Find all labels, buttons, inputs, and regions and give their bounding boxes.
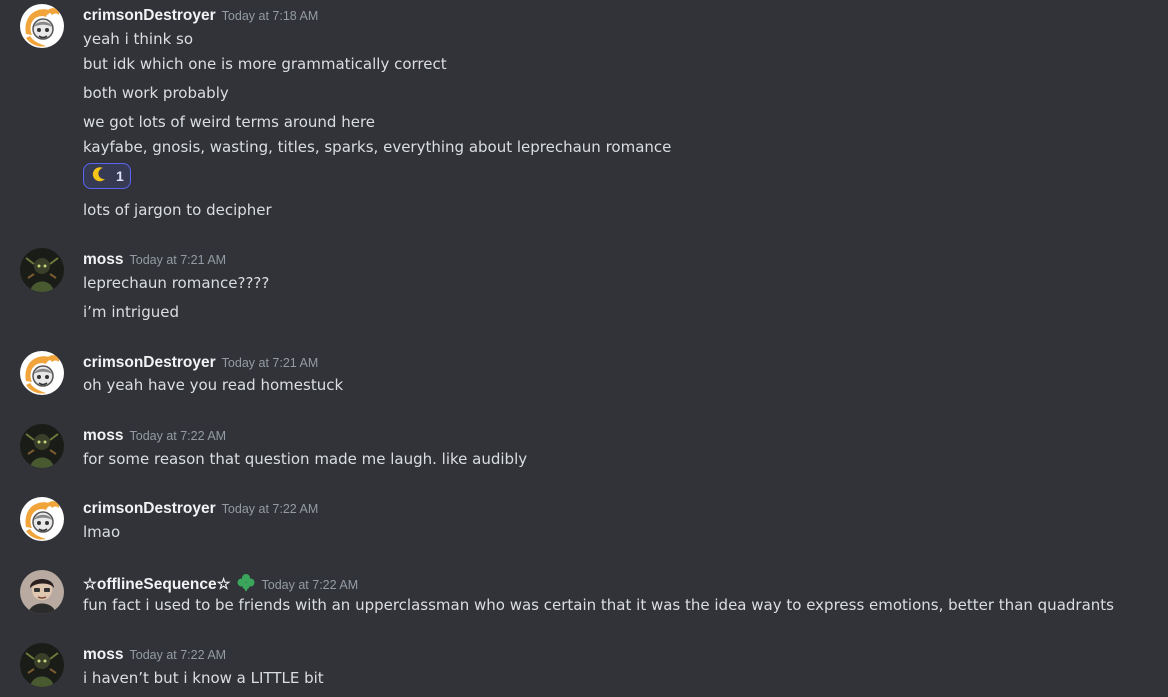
crimson-avatar-icon[interactable] (20, 4, 64, 48)
timestamp: Today at 7:22 AM (221, 502, 319, 516)
crescent-moon-icon (92, 166, 108, 186)
message-text: yeah i think so (83, 30, 194, 48)
message-header: crimsonDestroyer Today at 7:22 AM (83, 499, 318, 518)
timestamp: Today at 7:21 AM (129, 253, 227, 267)
timestamp: Today at 7:21 AM (221, 356, 319, 370)
reaction-count: 1 (116, 168, 124, 184)
message-header: ☆offlineSequence☆ Today at 7:22 AM (83, 572, 358, 596)
offline-avatar-icon[interactable] (20, 570, 64, 614)
clover-icon (236, 572, 256, 596)
message-text: oh yeah have you read homestuck (83, 376, 344, 394)
message-text: i’m intrigued (83, 303, 179, 321)
moss-avatar-icon[interactable] (20, 424, 64, 468)
username[interactable]: moss (83, 251, 124, 268)
message-text: fun fact i used to be friends with an up… (83, 596, 1114, 614)
crimson-avatar-icon[interactable] (20, 351, 64, 395)
message-header: moss Today at 7:22 AM (83, 426, 226, 445)
message-text: kayfabe, gnosis, wasting, titles, sparks… (83, 138, 672, 156)
message-header: crimsonDestroyer Today at 7:18 AM (83, 6, 318, 25)
message-header: moss Today at 7:22 AM (83, 645, 226, 664)
username[interactable]: moss (83, 646, 124, 663)
timestamp: Today at 7:22 AM (129, 648, 227, 662)
message-text: i haven’t but i know a LITTLE bit (83, 669, 324, 687)
username[interactable]: crimsonDestroyer (83, 354, 216, 371)
username[interactable]: crimsonDestroyer (83, 500, 216, 517)
message-header: crimsonDestroyer Today at 7:21 AM (83, 353, 318, 372)
message-text: leprechaun romance???? (83, 274, 270, 292)
timestamp: Today at 7:22 AM (129, 429, 227, 443)
timestamp: Today at 7:22 AM (261, 578, 359, 592)
message-text: lots of jargon to decipher (83, 201, 272, 219)
message-text: for some reason that question made me la… (83, 450, 528, 468)
message-text: but idk which one is more grammatically … (83, 55, 447, 73)
message-text: we got lots of weird terms around here (83, 113, 376, 131)
username[interactable]: crimsonDestroyer (83, 7, 216, 24)
username[interactable]: moss (83, 427, 124, 444)
message-text: lmao (83, 523, 121, 541)
message-header: moss Today at 7:21 AM (83, 250, 226, 269)
crimson-avatar-icon[interactable] (20, 497, 64, 541)
username[interactable]: ☆offlineSequence☆ (83, 576, 231, 593)
message-text: both work probably (83, 84, 229, 102)
moss-avatar-icon[interactable] (20, 643, 64, 687)
reaction-button[interactable]: 1 (83, 163, 131, 189)
moss-avatar-icon[interactable] (20, 248, 64, 292)
timestamp: Today at 7:18 AM (221, 9, 319, 23)
